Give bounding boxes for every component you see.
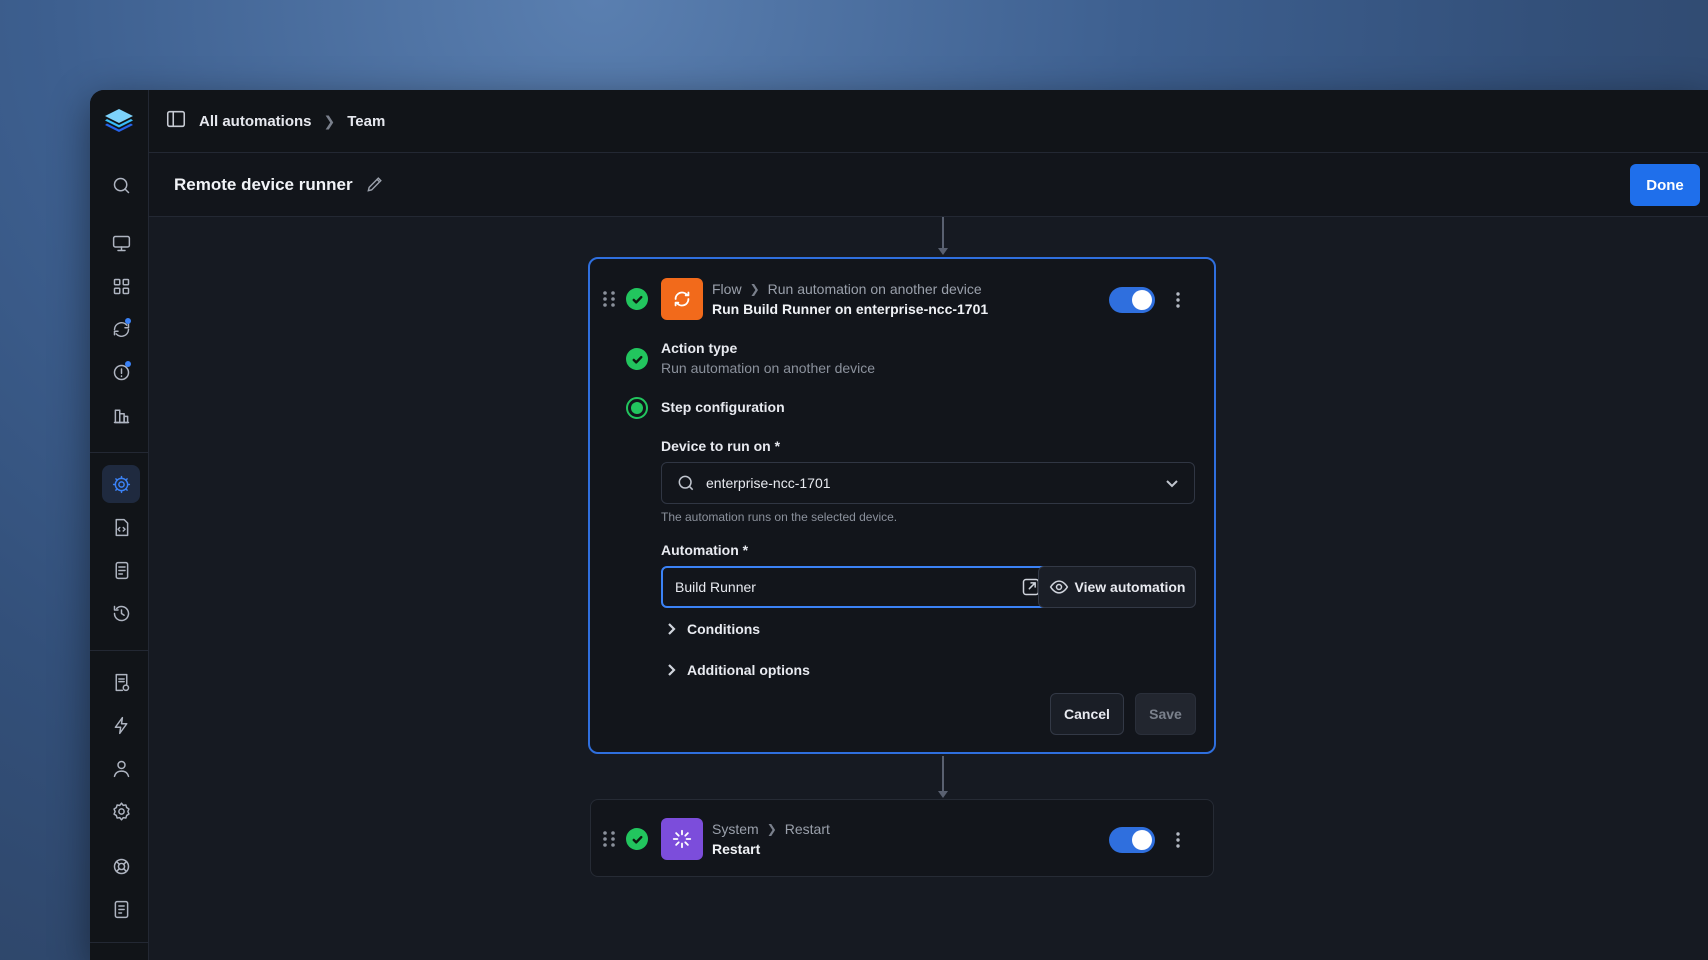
connector-arrow <box>938 248 948 255</box>
drag-handle-icon[interactable] <box>602 290 616 313</box>
device-select[interactable]: enterprise-ncc-1701 <box>661 462 1195 504</box>
app-window: All automations ❯ Team Remote device run… <box>90 90 1708 960</box>
layers-logo-icon <box>105 109 133 132</box>
more-options-icon[interactable] <box>1176 292 1180 313</box>
sidebar-toggle-icon[interactable] <box>165 108 187 135</box>
required-mark: * <box>742 542 749 558</box>
page-header: Remote device runner Done <box>149 153 1708 217</box>
device-field-label-text: Device to run on <box>661 438 771 454</box>
flow-canvas: Flow ❯ Run automation on another device … <box>149 217 1708 960</box>
view-automation-button[interactable]: View automation <box>1038 566 1196 608</box>
help-document-icon[interactable] <box>102 890 140 928</box>
action-type-complete-icon <box>626 348 648 370</box>
status-complete-icon <box>626 288 648 310</box>
step-enabled-toggle[interactable] <box>1109 287 1155 313</box>
chevron-right-icon <box>668 664 676 676</box>
step-action: Run automation on another device <box>767 281 982 297</box>
required-mark: * <box>774 438 781 454</box>
automation-field-label: Automation * <box>661 542 748 558</box>
action-type-value: Run automation on another device <box>661 360 876 376</box>
page-title: Remote device runner <box>174 174 353 194</box>
action-type-label: Action type <box>661 340 738 356</box>
sync-icon[interactable] <box>102 310 140 348</box>
chevron-right-icon: ❯ <box>749 282 760 296</box>
step-configuration-label: Step configuration <box>661 399 785 415</box>
conditions-label: Conditions <box>687 621 761 637</box>
sidebar-divider <box>90 650 149 651</box>
top-bar: All automations ❯ Team <box>149 90 1708 153</box>
monitor-icon[interactable] <box>102 224 140 262</box>
chevron-down-icon <box>1166 480 1178 488</box>
step-configuration-active-icon <box>626 397 648 419</box>
restart-spinner-icon <box>661 818 703 860</box>
history-icon[interactable] <box>102 594 140 632</box>
chevron-right-icon: ❯ <box>766 822 777 836</box>
breadcrumb: All automations ❯ Team <box>199 113 385 130</box>
notification-dot <box>125 318 131 324</box>
search-icon[interactable] <box>102 166 140 204</box>
cancel-button[interactable]: Cancel <box>1050 693 1124 735</box>
step-category: System <box>712 821 759 837</box>
step-enabled-toggle[interactable] <box>1109 827 1155 853</box>
step-breadcrumb: Flow ❯ Run automation on another device <box>712 281 982 297</box>
automation-gear-icon[interactable] <box>102 465 140 503</box>
automation-input[interactable]: Build Runner <box>661 566 1055 608</box>
device-help-text: The automation runs on the selected devi… <box>661 510 898 524</box>
notification-dot <box>125 361 131 367</box>
step-breadcrumb: System ❯ Restart <box>712 821 830 837</box>
support-lifebuoy-icon[interactable] <box>102 847 140 885</box>
search-icon <box>678 475 694 491</box>
connector-line <box>942 217 944 249</box>
user-icon[interactable] <box>102 749 140 787</box>
reports-chart-icon[interactable] <box>102 396 140 434</box>
automation-input-value: Build Runner <box>675 579 756 595</box>
drag-handle-icon[interactable] <box>602 830 616 853</box>
status-complete-icon <box>626 828 648 850</box>
app-logo[interactable] <box>103 107 135 133</box>
step-title: Run Build Runner on enterprise-ncc-1701 <box>712 301 989 317</box>
settings-gear-icon[interactable] <box>102 792 140 830</box>
additional-options-label: Additional options <box>687 662 810 678</box>
step-card-restart: System ❯ Restart Restart <box>590 799 1214 877</box>
connector-arrow <box>938 791 948 798</box>
policy-document-icon[interactable] <box>102 663 140 701</box>
more-options-icon[interactable] <box>1176 832 1180 853</box>
eye-icon <box>1049 580 1068 594</box>
step-action: Restart <box>784 821 830 837</box>
breadcrumb-all-automations[interactable]: All automations <box>199 113 312 130</box>
alert-icon[interactable] <box>102 353 140 391</box>
conditions-expander[interactable]: Conditions <box>663 621 760 637</box>
connector-line <box>942 756 944 792</box>
document-icon[interactable] <box>102 551 140 589</box>
automation-field-label-text: Automation <box>661 542 739 558</box>
view-automation-label: View automation <box>1074 579 1186 595</box>
breadcrumb-team[interactable]: Team <box>347 113 385 130</box>
step-title: Restart <box>712 841 761 857</box>
save-button[interactable]: Save <box>1135 693 1196 735</box>
additional-options-expander[interactable]: Additional options <box>663 662 810 678</box>
lightning-icon[interactable] <box>102 706 140 744</box>
pencil-edit-icon[interactable] <box>353 171 385 199</box>
device-select-value: enterprise-ncc-1701 <box>706 475 831 491</box>
grid-icon[interactable] <box>102 267 140 305</box>
flow-sync-icon <box>661 278 703 320</box>
done-button[interactable]: Done <box>1630 164 1700 206</box>
sidebar-divider <box>90 942 149 943</box>
device-field-label: Device to run on * <box>661 438 780 454</box>
sidebar-divider <box>90 452 149 453</box>
step-category: Flow <box>712 281 742 297</box>
chevron-right-icon: ❯ <box>323 112 336 129</box>
sidebar <box>90 90 149 960</box>
chevron-right-icon <box>668 623 676 635</box>
step-card-run-automation: Flow ❯ Run automation on another device … <box>588 257 1216 754</box>
code-file-icon[interactable] <box>102 508 140 546</box>
